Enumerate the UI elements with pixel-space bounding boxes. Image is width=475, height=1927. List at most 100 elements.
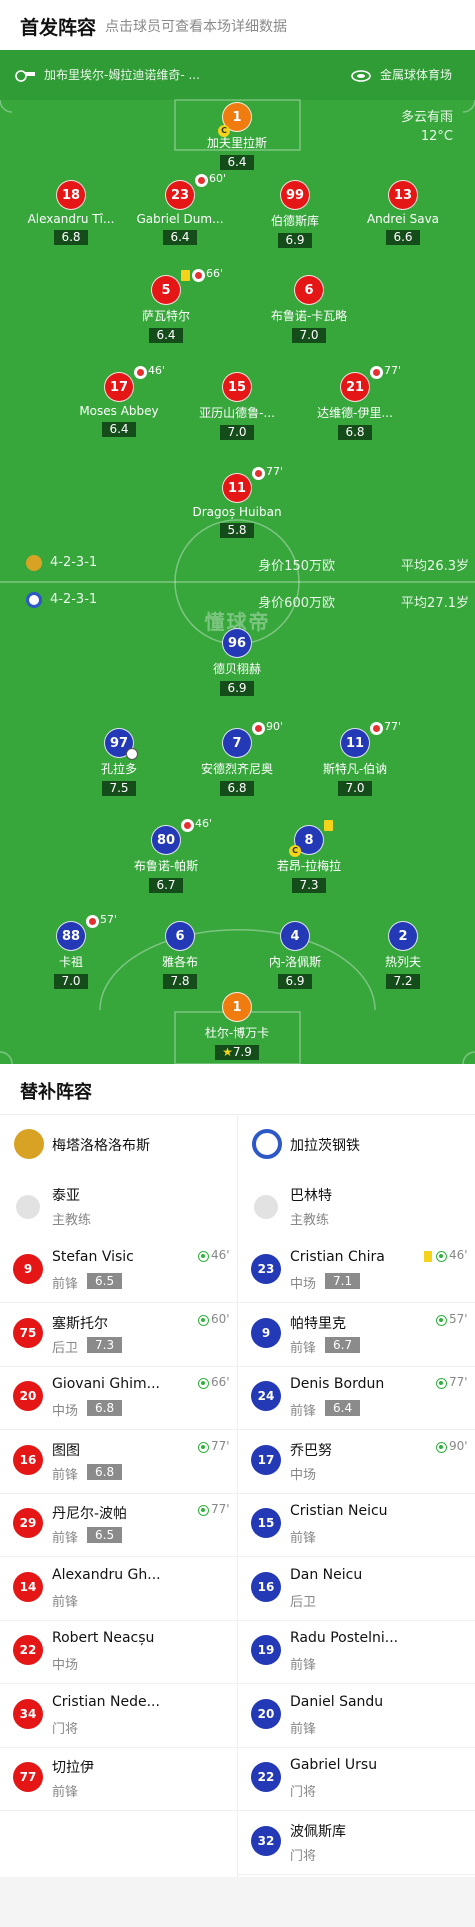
- home-subs-column: 梅塔洛格洛布斯 泰亚 主教练 9 Stefan Visic 前锋 6.5 46' 75 塞斯…: [0, 1115, 238, 1877]
- player-number-badge: 9: [13, 1254, 43, 1284]
- sub-minute: 90': [266, 720, 284, 733]
- sub-player-row[interactable]: 9 帕特里克 前锋 6.7 57': [238, 1303, 475, 1367]
- home-player-a2[interactable]: 15 亚历山德鲁-... 7.0: [177, 372, 297, 440]
- player-number-badge: 17: [251, 1444, 281, 1475]
- sub-player-row[interactable]: 24 Denis Bordun 前锋 6.4 77': [238, 1366, 475, 1430]
- player-rating: 7.3: [292, 878, 326, 893]
- player-number-badge: 11: [340, 728, 370, 758]
- sub-player-row[interactable]: 16 图图 前锋 6.8 77': [0, 1430, 237, 1494]
- weather-condition: 多云有雨: [400, 110, 453, 125]
- away-crest-icon: [26, 592, 42, 608]
- player-rating: 7.0: [54, 974, 88, 989]
- home-player-m1[interactable]: 5 66' 萨瓦特尔 6.4: [106, 267, 226, 343]
- player-position: 前锋: [290, 1531, 317, 1546]
- sub-player-row[interactable]: 17 乔巴努 中场 90': [238, 1430, 475, 1494]
- page-title: 首发阵容: [20, 17, 97, 39]
- sub-minute: 77': [266, 465, 284, 478]
- sub-in-icon: [436, 1251, 447, 1262]
- home-player-d2[interactable]: 23 60' Gabriel Dum... 6.4: [120, 172, 240, 245]
- home-team-header[interactable]: 梅塔洛格洛布斯: [0, 1115, 237, 1173]
- player-number-badge: 11: [222, 473, 252, 503]
- player-number-badge: 23: [165, 180, 195, 210]
- player-number-badge: 9: [251, 1317, 281, 1348]
- player-rating: 6.7: [325, 1336, 361, 1353]
- sub-minute: 57': [449, 1311, 468, 1326]
- home-player-a3[interactable]: 21 77' 达维德-伊里... 6.8: [295, 364, 415, 440]
- sub-player-row[interactable]: 9 Stefan Visic 前锋 6.5 46': [0, 1239, 237, 1303]
- sub-player-row[interactable]: 32 波佩斯库 门将: [238, 1811, 475, 1875]
- player-number-badge: 34: [13, 1698, 43, 1729]
- sub-out-icon: [252, 467, 265, 480]
- sub-player-row[interactable]: 14 Alexandru Gh... 前锋: [0, 1557, 237, 1621]
- player-name: 德贝栩赫: [212, 662, 261, 676]
- away-team-header[interactable]: 加拉茨钢铁: [238, 1115, 475, 1173]
- home-player-gk[interactable]: 1 C 加夫里拉斯 6.4: [177, 102, 297, 170]
- away-coach[interactable]: 巴林特 主教练: [238, 1177, 475, 1237]
- player-number-badge: 75: [13, 1317, 43, 1348]
- player-number-badge: 6: [165, 921, 195, 951]
- sub-player-row[interactable]: 23 Cristian Chira 中场 7.1 46': [238, 1239, 475, 1303]
- home-player-st[interactable]: 11 77' Dragoș Huiban 5.8: [177, 465, 297, 538]
- player-name: 内-洛佩斯: [268, 955, 322, 969]
- away-player-d4[interactable]: 2 热列夫 7.2: [343, 921, 463, 989]
- home-coach[interactable]: 泰亚 主教练: [0, 1177, 237, 1237]
- sub-player-row[interactable]: 16 Dan Neicu 后卫: [238, 1557, 475, 1621]
- sub-player-row[interactable]: 34 Cristian Nede... 门将: [0, 1684, 237, 1748]
- player-number-badge: 88: [56, 921, 86, 951]
- player-name: 亚历山德鲁-...: [199, 406, 275, 420]
- yellow-card-icon: [181, 270, 190, 281]
- player-number-badge: 20: [251, 1698, 281, 1729]
- sub-player-row[interactable]: 20 Giovani Ghim... 中场 6.8 66': [0, 1366, 237, 1430]
- sub-out-icon: [134, 366, 147, 379]
- sub-player-row[interactable]: 19 Radu Postelni... 前锋: [238, 1620, 475, 1684]
- player-position: 前锋: [52, 1277, 79, 1292]
- player-number-badge: 16: [251, 1571, 281, 1602]
- home-avg-age: 平均26.3岁: [401, 559, 469, 574]
- away-player-m1[interactable]: 80 46' 布鲁诺-帕斯 6.7: [106, 817, 226, 893]
- away-player-a1[interactable]: 97 孔拉多 7.5: [59, 728, 179, 796]
- player-name: Alexandru Tî...: [27, 212, 115, 226]
- away-player-m2[interactable]: 8 C 若昂-拉梅拉 7.3: [249, 820, 369, 893]
- player-rating: 7.0: [220, 425, 254, 440]
- player-number-badge: 21: [340, 372, 370, 402]
- subs-header: 替补阵容: [0, 1064, 475, 1115]
- home-player-a1[interactable]: 17 46' Moses Abbey 6.4: [59, 364, 179, 437]
- away-player-d1[interactable]: 88 57' 卡祖 7.0: [11, 913, 131, 989]
- away-player-gk[interactable]: 1 杜尔-博万卡 ★7.9: [177, 992, 297, 1060]
- away-player-d2[interactable]: 6 雅各布 7.8: [120, 921, 240, 989]
- home-player-m2[interactable]: 6 布鲁诺-卡瓦略 7.0: [249, 275, 369, 343]
- home-player-d1[interactable]: 18 Alexandru Tî... 6.8: [11, 180, 131, 245]
- sub-player-row[interactable]: 29 丹尼尔-波帕 前锋 6.5 77': [0, 1493, 237, 1557]
- player-number-badge: 29: [13, 1508, 43, 1538]
- sub-player-row[interactable]: 22 Robert Neacșu 中场: [0, 1620, 237, 1684]
- away-player-d3[interactable]: 4 内-洛佩斯 6.9: [235, 921, 355, 989]
- sub-minute: 46': [211, 1248, 230, 1262]
- lineup-header: 首发阵容 点击球员可查看本场详细数据: [0, 0, 475, 50]
- player-rating: 6.9: [278, 233, 312, 248]
- away-player-st[interactable]: 96 德贝栩赫 6.9: [177, 628, 297, 696]
- stadium-name: 金属球体育场: [380, 68, 453, 82]
- sub-player-row[interactable]: 77 切拉伊 前锋: [0, 1747, 237, 1811]
- player-number-badge: 22: [251, 1762, 281, 1792]
- player-name: 安德烈齐尼奥: [200, 762, 273, 776]
- player-name: Stefan Visic: [52, 1249, 134, 1265]
- away-player-a2[interactable]: 7 90' 安德烈齐尼奥 6.8: [177, 720, 297, 796]
- sub-player-row[interactable]: 75 塞斯托尔 后卫 7.3 60': [0, 1303, 237, 1367]
- player-name: Cristian Neicu: [290, 1503, 388, 1519]
- away-formation: 4-2-3-1: [50, 592, 98, 607]
- player-number-badge: 99: [280, 180, 310, 210]
- home-player-d4[interactable]: 13 Andrei Sava 6.6: [343, 180, 463, 245]
- player-position: 前锋: [52, 1531, 79, 1546]
- sub-player-row[interactable]: 22 Gabriel Ursu 门将: [238, 1747, 475, 1811]
- player-name: Andrei Sava: [366, 212, 440, 226]
- player-name: 雅各布: [161, 955, 198, 969]
- player-name: 萨瓦特尔: [141, 309, 190, 323]
- sub-player-row[interactable]: 20 Daniel Sandu 前锋: [238, 1684, 475, 1748]
- player-rating: 6.4: [149, 328, 183, 343]
- home-player-d3[interactable]: 99 伯德斯库 6.9: [235, 180, 355, 248]
- player-name: Dragoș Huiban: [192, 505, 282, 519]
- sub-player-row[interactable]: 15 Cristian Neicu 前锋: [238, 1493, 475, 1557]
- away-player-a3[interactable]: 11 77' 斯特凡-伯讷 7.0: [295, 720, 415, 796]
- subs-panel: 梅塔洛格洛布斯 泰亚 主教练 9 Stefan Visic 前锋 6.5 46' 75 塞斯…: [0, 1115, 475, 1877]
- coach-role: 主教练: [52, 1213, 92, 1228]
